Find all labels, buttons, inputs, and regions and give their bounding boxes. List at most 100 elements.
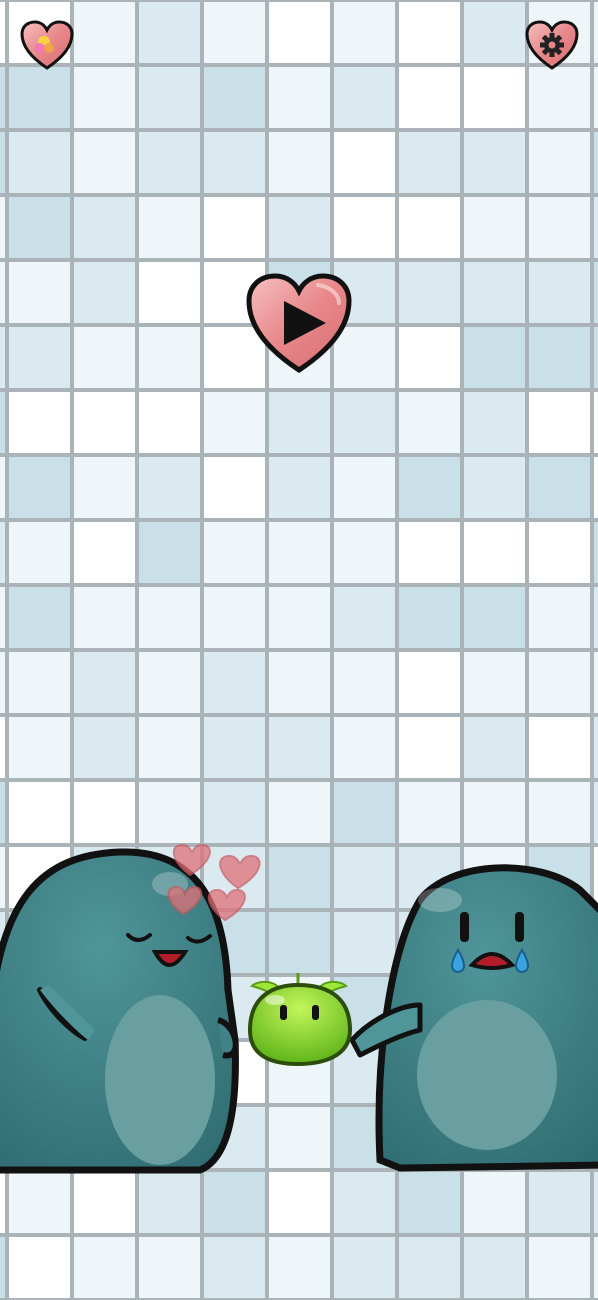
floor-tile (74, 67, 135, 128)
floor-tile (464, 197, 525, 258)
gallery-button[interactable] (20, 20, 74, 72)
floor-tile (139, 1237, 200, 1298)
floor-tile (529, 587, 590, 648)
settings-button[interactable] (525, 20, 579, 72)
floor-tile (464, 132, 525, 193)
floor-tile (529, 457, 590, 518)
floor-tile (334, 1172, 395, 1233)
floor-tile (464, 717, 525, 778)
floor-tile (269, 782, 330, 843)
floor-tile (399, 392, 460, 453)
floor-tile (334, 912, 395, 973)
floor-tile (139, 652, 200, 713)
floor-tile (0, 327, 5, 388)
floor-tile (334, 652, 395, 713)
floor-tile (399, 67, 460, 128)
floor-tile (204, 67, 265, 128)
floor-tile (269, 587, 330, 648)
floor-tile (74, 1237, 135, 1298)
floor-tile (204, 782, 265, 843)
floor-tile (9, 587, 70, 648)
floor-tile (464, 522, 525, 583)
floor-tile (204, 522, 265, 583)
floor-tile (334, 457, 395, 518)
floor-tile (464, 327, 525, 388)
floor-tile (269, 912, 330, 973)
floor-tile (74, 652, 135, 713)
floor-tile (529, 522, 590, 583)
floor-tile (594, 457, 598, 518)
floor-tile (269, 1237, 330, 1298)
floor-tile (74, 197, 135, 258)
floor-tile (399, 1172, 460, 1233)
floor-tile (399, 782, 460, 843)
floor-tile (269, 522, 330, 583)
floor-tile (464, 1172, 525, 1233)
floor-tile (9, 132, 70, 193)
floor-tile (9, 1237, 70, 1298)
floor-tile (464, 1237, 525, 1298)
floor-tile (0, 1172, 5, 1233)
floor-tile (0, 132, 5, 193)
floor-tile (399, 327, 460, 388)
floor-tile (139, 197, 200, 258)
floor-tile (74, 782, 135, 843)
heart-play-icon (246, 273, 352, 373)
floor-tile (269, 392, 330, 453)
floor-tile (399, 197, 460, 258)
floor-tile (269, 847, 330, 908)
floor-tile (269, 132, 330, 193)
floor-tile (74, 132, 135, 193)
floor-tile (74, 587, 135, 648)
floor-tile (269, 1172, 330, 1233)
floor-tile (399, 522, 460, 583)
floor-tile (139, 327, 200, 388)
floor-tile (269, 1107, 330, 1168)
floor-tile (74, 262, 135, 323)
floor-tile (399, 717, 460, 778)
floor-tile (269, 2, 330, 63)
floor-tile (594, 587, 598, 648)
floor-tile (0, 587, 5, 648)
floor-tile (269, 67, 330, 128)
floor-tile (464, 457, 525, 518)
floor-tile (594, 782, 598, 843)
floor-tile (74, 2, 135, 63)
floor-tile (399, 2, 460, 63)
floor-tile (139, 457, 200, 518)
floor-tile (529, 1172, 590, 1233)
floor-tile (399, 132, 460, 193)
floor-tile (74, 717, 135, 778)
floor-tile (334, 717, 395, 778)
heart-gallery-icon (20, 20, 74, 70)
floor-tile (0, 392, 5, 453)
floor-tile (334, 197, 395, 258)
floor-tile (269, 652, 330, 713)
play-button[interactable] (246, 273, 352, 375)
floor-tile (0, 717, 5, 778)
floor-tile (529, 782, 590, 843)
floor-tile (269, 197, 330, 258)
floor-tile (9, 327, 70, 388)
floor-tile (0, 782, 5, 843)
floor-tile (464, 392, 525, 453)
floor-tile (74, 327, 135, 388)
floor-tile (464, 652, 525, 713)
floor-tile (139, 67, 200, 128)
floor-tile (9, 782, 70, 843)
floor-tile (9, 717, 70, 778)
floor-tile (529, 1237, 590, 1298)
floor-tile (204, 2, 265, 63)
floor-tile (334, 1237, 395, 1298)
floor-tile (139, 522, 200, 583)
floor-tile (139, 392, 200, 453)
floor-tile (594, 392, 598, 453)
floor-tile (9, 67, 70, 128)
floor-tile (9, 457, 70, 518)
floor-tile (0, 847, 5, 908)
floor-tile (594, 67, 598, 128)
floor-tile (0, 197, 5, 258)
floor-tile (529, 67, 590, 128)
floor-tile (334, 67, 395, 128)
floor-tile (464, 2, 525, 63)
